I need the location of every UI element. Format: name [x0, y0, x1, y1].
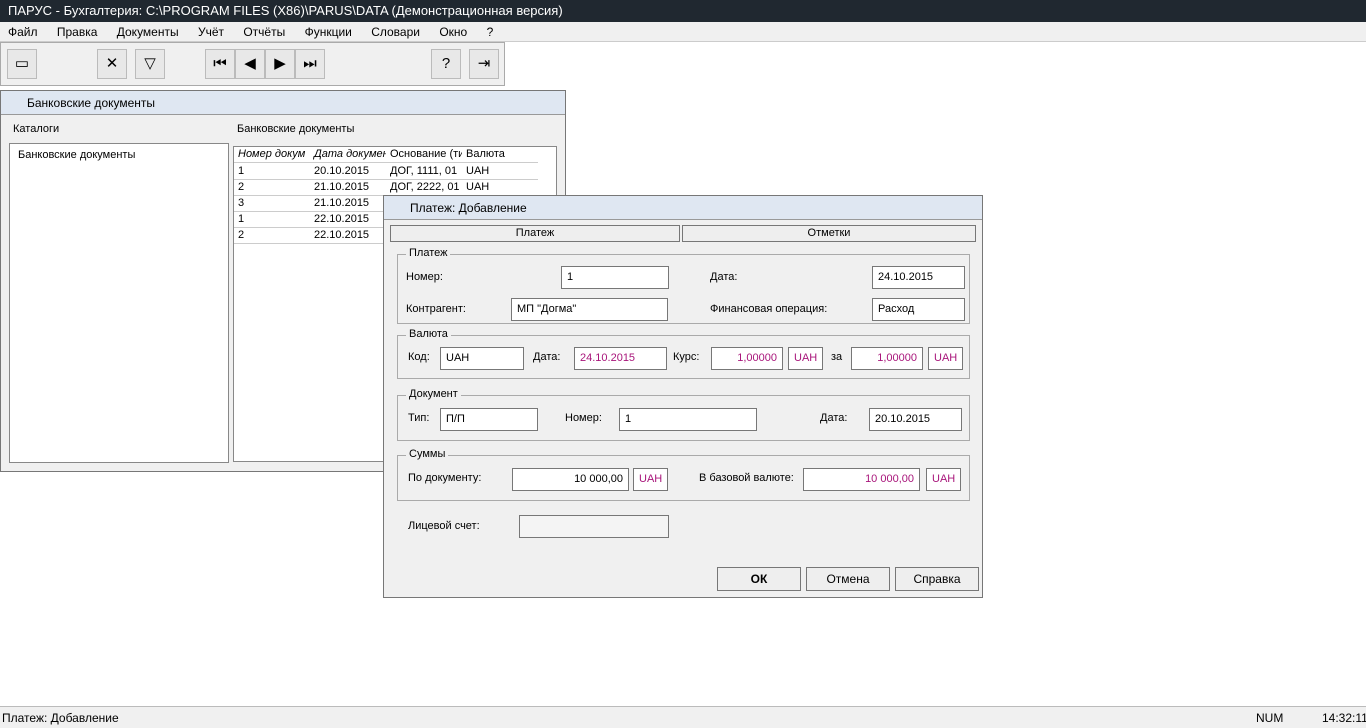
code-label: Код: — [408, 351, 430, 363]
status-clock: 14:32:11 — [1322, 711, 1366, 725]
table-cell[interactable]: 1 — [234, 164, 310, 180]
table-cell[interactable]: 1 — [234, 212, 310, 228]
menu-accounting[interactable]: Учёт — [190, 22, 232, 42]
last-record-icon[interactable]: ⏭ — [295, 49, 325, 79]
sums-group: Суммы По документу: 10 000,00 UAH В базо… — [397, 448, 970, 501]
document-group: Документ Тип: П/П Номер: 1 Дата: 20.10.2… — [397, 388, 970, 441]
base-sum-label: В базовой валюте: — [699, 472, 794, 484]
number-label: Номер: — [406, 271, 443, 283]
toolbar: ▭ ✕ ▽ ⏮ ◀ ▶ ⏭ ? ⇥ — [0, 42, 505, 86]
menu-window[interactable]: Окно — [431, 22, 475, 42]
app-title-bar: ПАРУС - Бухгалтерия: C:\PROGRAM FILES (X… — [0, 0, 1366, 22]
table-cell[interactable]: 2 — [234, 228, 310, 244]
cancel-button[interactable]: Отмена — [806, 567, 890, 591]
table-cell[interactable]: 21.10.2015 — [310, 180, 386, 196]
table-cell[interactable]: 3 — [234, 196, 310, 212]
menu-functions[interactable]: Функции — [297, 22, 360, 42]
number-field[interactable]: 1 — [561, 266, 669, 289]
date-label: Дата: — [710, 271, 738, 283]
operation-label: Финансовая операция: — [710, 303, 828, 315]
menu-reports[interactable]: Отчёты — [235, 22, 293, 42]
status-text: Платеж: Добавление — [2, 711, 119, 725]
counterparty-label: Контрагент: — [406, 303, 466, 315]
payment-group-label: Платеж — [406, 247, 451, 259]
date-field[interactable]: 24.10.2015 — [872, 266, 965, 289]
doc-sum-field[interactable]: 10 000,00 — [512, 468, 629, 491]
doc-currency: UAH — [633, 468, 668, 491]
document-group-label: Документ — [406, 388, 461, 400]
menu-help[interactable]: ? — [479, 22, 502, 42]
tab-payment[interactable]: Платеж — [390, 225, 680, 242]
table-cell[interactable]: 22.10.2015 — [310, 228, 386, 244]
rate-label: Курс: — [673, 351, 700, 363]
account-label: Лицевой счет: — [408, 520, 480, 532]
tab-marks[interactable]: Отметки — [682, 225, 976, 242]
ok-button[interactable]: ОК — [717, 567, 801, 591]
operation-select[interactable]: Расход — [872, 298, 965, 321]
menu-documents[interactable]: Документы — [109, 22, 187, 42]
column-header[interactable]: Дата докумен — [310, 147, 386, 163]
currency-date-field[interactable]: 24.10.2015 — [574, 347, 667, 370]
app-title: ПАРУС - Бухгалтерия: C:\PROGRAM FILES (X… — [8, 3, 563, 18]
column-header[interactable]: Основание (ти — [386, 147, 462, 163]
catalog-tree: Банковские документы — [9, 143, 229, 463]
doc-sum-label: По документу: — [408, 472, 482, 484]
counterparty-select[interactable]: МП "Догма" — [511, 298, 668, 321]
table-cell[interactable]: 20.10.2015 — [310, 164, 386, 180]
catalogs-header: Каталоги — [13, 123, 60, 135]
table-cell[interactable]: 22.10.2015 — [310, 212, 386, 228]
payment-add-dialog: Платеж: Добавление Платеж Отметки Платеж… — [383, 195, 983, 598]
prev-record-icon[interactable]: ◀ — [235, 49, 265, 79]
filter-icon[interactable]: ▽ — [135, 49, 165, 79]
document-date-label: Дата: — [820, 412, 848, 424]
bank-window-title: Банковские документы — [1, 91, 565, 115]
column-header[interactable]: Номер докум — [234, 147, 310, 163]
list-header: Банковские документы — [237, 123, 355, 135]
help-button[interactable]: Справка — [895, 567, 979, 591]
document-date-field[interactable]: 20.10.2015 — [869, 408, 962, 431]
payment-group: Платеж Номер: 1 Дата: 24.10.2015 Контраг… — [397, 247, 970, 324]
first-record-icon[interactable]: ⏮ — [205, 49, 235, 79]
rate-currency: UAH — [788, 347, 823, 370]
document-number-label: Номер: — [565, 412, 602, 424]
menu-bar: Файл Правка Документы Учёт Отчёты Функци… — [0, 22, 1366, 42]
exit-icon[interactable]: ⇥ — [469, 49, 499, 79]
account-select[interactable] — [519, 515, 669, 538]
for-label: за — [831, 351, 843, 363]
type-label: Тип: — [408, 412, 430, 424]
num-lock-indicator: NUM — [1256, 711, 1284, 725]
rate-field[interactable]: 1,00000 — [711, 347, 783, 370]
help-icon[interactable]: ? — [431, 49, 461, 79]
table-cell[interactable]: 2 — [234, 180, 310, 196]
currency-date-label: Дата: — [533, 351, 561, 363]
sums-group-label: Суммы — [406, 448, 449, 460]
new-icon[interactable]: ▭ — [7, 49, 37, 79]
currency-code-select[interactable]: UAH — [440, 347, 524, 370]
delete-icon[interactable]: ✕ — [97, 49, 127, 79]
base-currency: UAH — [926, 468, 961, 491]
table-cell[interactable]: 21.10.2015 — [310, 196, 386, 212]
currency-group: Валюта Код: UAH Дата: 24.10.2015 Курс: 1… — [397, 328, 970, 379]
for-currency: UAH — [928, 347, 963, 370]
column-header[interactable]: Валюта — [462, 147, 538, 163]
for-field[interactable]: 1,00000 — [851, 347, 923, 370]
menu-dictionaries[interactable]: Словари — [363, 22, 428, 42]
currency-group-label: Валюта — [406, 328, 451, 340]
table-cell[interactable]: ДОГ, 1111, 01 — [386, 164, 462, 180]
status-bar: Платеж: Добавление NUM 14:32:11 — [0, 706, 1366, 728]
catalog-item[interactable]: Банковские документы — [14, 148, 135, 164]
table-cell[interactable]: UAH — [462, 180, 538, 196]
document-type-select[interactable]: П/П — [440, 408, 538, 431]
base-sum-field[interactable]: 10 000,00 — [803, 468, 920, 491]
next-record-icon[interactable]: ▶ — [265, 49, 295, 79]
menu-edit[interactable]: Правка — [49, 22, 106, 42]
table-cell[interactable]: ДОГ, 2222, 01 — [386, 180, 462, 196]
document-number-field[interactable]: 1 — [619, 408, 757, 431]
table-cell[interactable]: UAH — [462, 164, 538, 180]
dialog-title: Платеж: Добавление — [384, 196, 982, 220]
menu-file[interactable]: Файл — [0, 22, 46, 42]
